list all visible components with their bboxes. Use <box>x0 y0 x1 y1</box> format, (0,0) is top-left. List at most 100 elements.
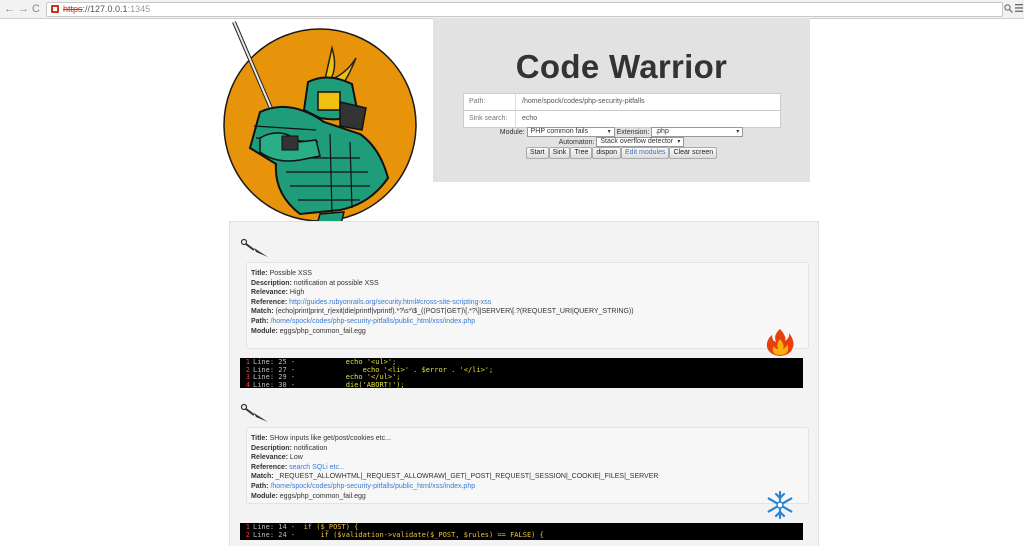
result-module-row: Module: eggs/php_common_fail.egg <box>251 492 658 502</box>
result-match-label: Match: <box>251 308 274 316</box>
kunai-icon <box>240 403 268 422</box>
result-title-label: Title: <box>251 270 268 277</box>
module-label: Module: <box>499 128 525 136</box>
control-panel: Code Warrior Path:/home/spock/codes/php-… <box>433 18 810 182</box>
url-port: :1345 <box>127 4 151 14</box>
result-relevance-label: Relevance: <box>251 289 288 297</box>
start-button[interactable]: Start <box>525 147 549 159</box>
clear-screen-button[interactable]: Clear screen <box>669 147 718 159</box>
sink-search-input[interactable]: echo <box>516 111 537 127</box>
result-match: _REQUEST_ALLOWHTML|_REQUEST_ALLOWRAW|_GE… <box>275 473 659 481</box>
menu-icon[interactable] <box>1015 3 1023 13</box>
result-match-row: Match: (echo|print|print_r|exit|die|prin… <box>251 307 634 317</box>
result-match-row: Match: _REQUEST_ALLOWHTML|_REQUEST_ALLOW… <box>251 472 658 482</box>
dispon-button[interactable]: dispon <box>592 147 622 159</box>
result-title-row: Title: SHow inputs like get/post/cookies… <box>251 434 658 444</box>
result-path-link[interactable]: /home/spock/codes/php-security-pitfalls/… <box>270 483 475 490</box>
page-title: Code Warrior <box>515 48 728 85</box>
result-card: Title: SHow inputs like get/post/cookies… <box>246 427 809 520</box>
insecure-lock-icon <box>51 5 59 13</box>
result-description: notification at possible XSS <box>293 279 379 287</box>
result-relevance-row: Relevance: High <box>251 288 634 298</box>
automaton-select-value: Stack overflow detector <box>600 138 674 145</box>
code-line-ref: Line: 30 - <box>253 380 296 389</box>
url-host: ://127.0.0.1 <box>82 4 128 14</box>
result-reference-row: Reference: search SQLi etc... <box>251 463 658 473</box>
result-module: eggs/php_common_fail.egg <box>279 327 366 335</box>
result-relevance: Low <box>289 454 303 462</box>
path-label: Path: <box>464 94 516 110</box>
result-match-label: Match: <box>251 473 274 481</box>
result-card: Title: Possible XSS Description: notific… <box>246 262 809 356</box>
action-buttons: Start Sink Tree dispon Edit modules Clear scr… <box>433 147 810 159</box>
snowflake-icon <box>767 490 793 520</box>
code-line-ref: Line: 24 - <box>253 530 296 539</box>
forward-button[interactable]: → <box>18 2 29 16</box>
result-path-label: Path: <box>251 317 269 325</box>
result-description: notification <box>293 444 328 452</box>
path-input[interactable]: /home/spock/codes/php-security-pitfalls <box>516 94 645 110</box>
chevron-down-icon: ▾ <box>736 129 740 135</box>
browser-toolbar: ← → C https://127.0.0.1:1345 <box>0 0 1024 19</box>
code-text: die('ABORT!'); <box>295 380 405 389</box>
result-reference-link[interactable]: http://guides.rubyonrails.org/security.h… <box>289 299 491 306</box>
result-module: eggs/php_common_fail.egg <box>279 492 366 500</box>
result-title: SHow inputs like get/post/cookies etc... <box>269 435 391 442</box>
module-select[interactable]: PHP common fails ▾ <box>526 127 615 137</box>
code-line-number: 4 <box>245 380 250 389</box>
result-module-row: Module: eggs/php_common_fail.egg <box>251 327 634 337</box>
url-scheme: https <box>63 4 83 14</box>
result-description-row: Description: notification at possible XS… <box>251 279 634 289</box>
result-path-row: Path: /home/spock/codes/php-security-pit… <box>251 317 634 327</box>
code-line-number: 2 <box>245 530 250 539</box>
address-bar[interactable]: https://127.0.0.1:1345 <box>46 2 1003 17</box>
code-snippet: 1 Line: 14 - if ($_POST) { 2 Line: 24 - if… <box>240 523 803 540</box>
sink-search-label: Sink search: <box>464 111 516 127</box>
extension-label: Extension: <box>616 128 650 136</box>
code-text: if ($validation->validate($_POST, $rules… <box>295 530 544 539</box>
fire-icon <box>766 329 794 356</box>
chevron-down-icon: ▾ <box>607 129 611 135</box>
reload-button[interactable]: C <box>32 2 40 16</box>
automaton-row: Automaton: Stack overflow detector ▾ <box>433 137 810 147</box>
code-line: 4 Line: 30 - die('ABORT!'); <box>240 380 803 390</box>
result-relevance-row: Relevance: Low <box>251 453 658 463</box>
module-row: Module: PHP common fails ▾ Extension: .ph… <box>433 127 810 137</box>
code-snippet: 1 Line: 25 - echo '<ul>'; 2 Line: 27 - ech… <box>240 358 803 390</box>
result-title-label: Title: <box>251 435 268 442</box>
chevron-down-icon: ▾ <box>677 139 681 145</box>
result-reference-label: Reference: <box>251 298 288 306</box>
result-title-row: Title: Possible XSS <box>251 269 634 279</box>
kunai-icon <box>240 238 268 257</box>
result-reference-label: Reference: <box>251 463 288 471</box>
result-module-label: Module: <box>251 492 278 500</box>
automaton-select[interactable]: Stack overflow detector ▾ <box>596 137 685 147</box>
tree-button[interactable]: Tree <box>570 147 593 159</box>
sink-search-field[interactable]: Sink search: echo <box>463 110 781 128</box>
extension-select-value: .php <box>655 128 669 135</box>
samurai-logo <box>223 21 417 228</box>
sink-button[interactable]: Sink <box>548 147 571 159</box>
result-path-row: Path: /home/spock/codes/php-security-pit… <box>251 482 658 492</box>
result-module-label: Module: <box>251 327 278 335</box>
result-match: (echo|print|print_r|exit|die|printf|vpri… <box>275 308 634 316</box>
result-description-row: Description: notification <box>251 444 658 454</box>
result-relevance-label: Relevance: <box>251 454 288 462</box>
edit-modules-button[interactable]: Edit modules <box>621 147 670 159</box>
result-path-link[interactable]: /home/spock/codes/php-security-pitfalls/… <box>270 318 475 325</box>
magnifier-icon[interactable] <box>1004 4 1013 13</box>
automaton-label: Automaton: <box>558 138 595 146</box>
results-area: Title: Possible XSS Description: notific… <box>229 221 819 546</box>
result-description-label: Description: <box>251 279 292 287</box>
result-relevance: High <box>289 289 305 297</box>
result-title: Possible XSS <box>269 270 312 277</box>
code-line: 2 Line: 24 - if ($validation->validate($_… <box>240 530 803 540</box>
result-description-label: Description: <box>251 444 292 452</box>
path-field[interactable]: Path:/home/spock/codes/php-security-pitf… <box>463 93 781 111</box>
extension-select[interactable]: .php ▾ <box>651 127 744 137</box>
result-reference-link[interactable]: search SQLi etc... <box>289 464 345 471</box>
result-reference-row: Reference: http://guides.rubyonrails.org… <box>251 298 634 308</box>
result-path-label: Path: <box>251 482 269 490</box>
module-select-value: PHP common fails <box>530 128 589 135</box>
back-button[interactable]: ← <box>4 2 15 16</box>
